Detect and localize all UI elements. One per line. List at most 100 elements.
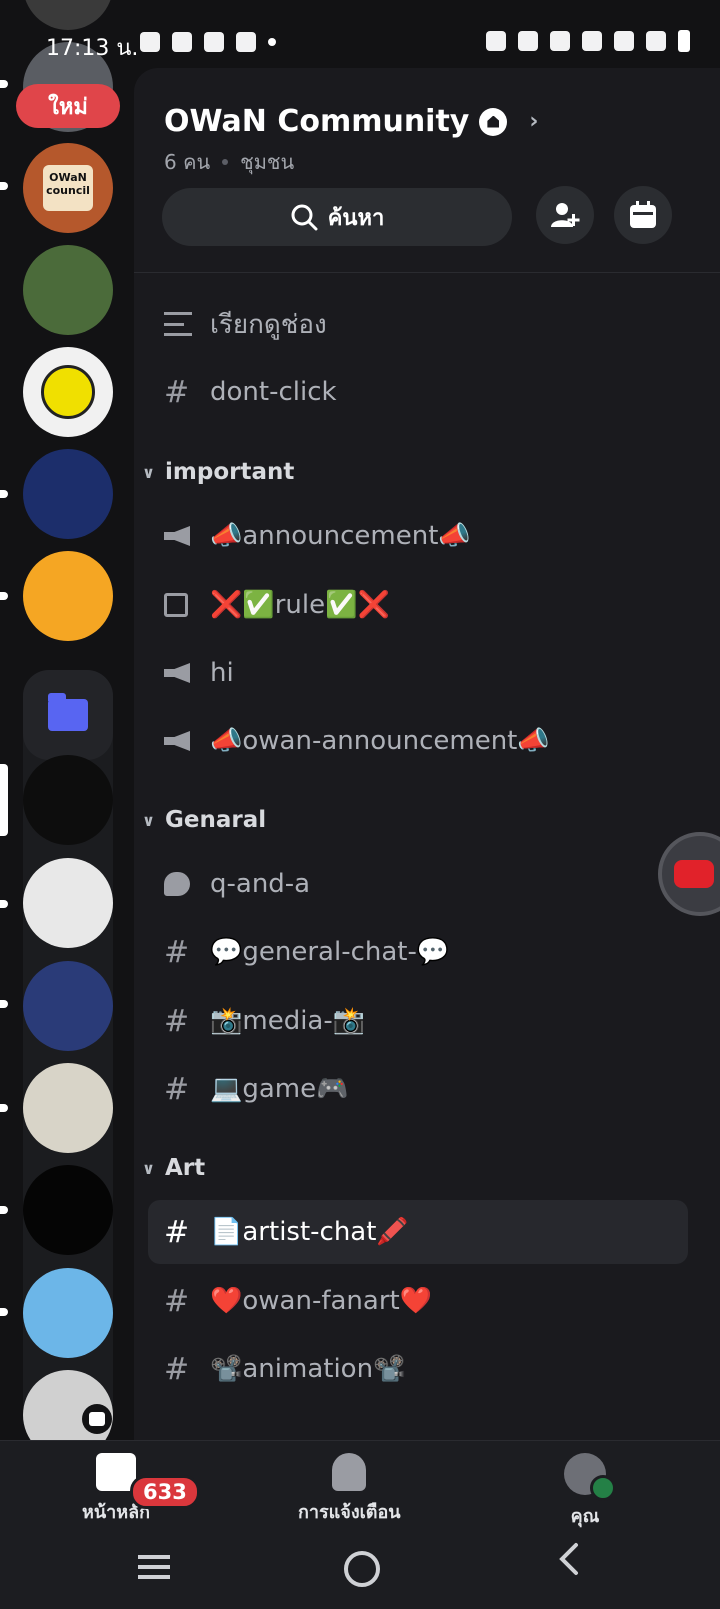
server-icon[interactable] xyxy=(23,1165,113,1255)
category-genaral[interactable]: ∨ Genaral xyxy=(142,800,266,840)
server-name: OWaN Community xyxy=(164,104,470,139)
server-icon[interactable] xyxy=(23,1063,113,1153)
server-icon-text: OWaN council xyxy=(43,165,93,211)
unread-pill xyxy=(0,1308,8,1316)
signal-icon xyxy=(646,31,666,51)
category-important[interactable]: ∨ important xyxy=(142,452,294,492)
alarm-icon xyxy=(486,31,506,51)
system-icons xyxy=(486,30,690,52)
server-type: ชุมชน xyxy=(240,150,295,174)
channel-label: dont-click xyxy=(210,377,337,407)
channel-row-q-and-a[interactable]: q-and-a xyxy=(148,852,688,916)
channel-row-media[interactable]: # 📸media-📸 xyxy=(148,989,688,1053)
channel-panel: OWaN Community › 6 คน ชุมชน ค้นหา เรียกด… xyxy=(134,68,720,1440)
events-button[interactable] xyxy=(614,186,672,244)
channel-label: ❌✅rule✅❌ xyxy=(210,590,390,620)
server-title[interactable]: OWaN Community › xyxy=(164,104,538,139)
unread-pill xyxy=(0,490,8,498)
messenger-icon xyxy=(140,32,160,52)
channel-label: q-and-a xyxy=(210,869,311,899)
hash-icon: # xyxy=(164,934,190,970)
channel-row-dont-click[interactable]: # dont-click xyxy=(148,360,688,424)
channel-label: 📣announcement📣 xyxy=(210,521,471,551)
signal-icon xyxy=(614,31,634,51)
hash-icon: # xyxy=(164,1214,190,1250)
browse-channels-icon xyxy=(148,312,210,336)
channel-label: 💻game🎮 xyxy=(210,1074,349,1104)
status-time: 17:13 น. xyxy=(46,36,139,61)
server-icon[interactable] xyxy=(23,1268,113,1358)
channel-label: 📄artist-chat🖍️ xyxy=(210,1217,409,1247)
hash-icon: # xyxy=(164,1003,190,1039)
chevron-down-icon: ∨ xyxy=(142,1158,155,1178)
nav-you[interactable]: คุณ xyxy=(564,1453,616,1530)
category-art[interactable]: ∨ Art xyxy=(142,1148,205,1188)
server-icon[interactable] xyxy=(23,347,113,437)
home-button[interactable] xyxy=(344,1551,380,1587)
unread-pill xyxy=(0,80,8,88)
server-meta: 6 คน ชุมชน xyxy=(164,146,294,178)
notification-icons xyxy=(140,32,276,52)
bell-icon xyxy=(332,1453,367,1491)
channel-row-game[interactable]: # 💻game🎮 xyxy=(148,1057,688,1121)
online-status-icon xyxy=(590,1475,616,1501)
hash-icon: # xyxy=(164,1283,190,1319)
server-icon-owan-council[interactable]: OWaN council xyxy=(23,143,113,233)
channel-label: 📣owan-announcement📣 xyxy=(210,726,550,756)
hash-icon: # xyxy=(164,1071,190,1107)
channel-row-owan-announcement[interactable]: 📣owan-announcement📣 xyxy=(148,709,688,773)
hash-icon: # xyxy=(164,1351,190,1387)
add-member-icon xyxy=(551,203,580,227)
channel-row-rule[interactable]: ❌✅rule✅❌ xyxy=(148,573,688,637)
search-button[interactable]: ค้นหา xyxy=(162,188,512,246)
status-bar: 17:13 น. xyxy=(0,0,720,80)
server-icon[interactable] xyxy=(23,755,113,845)
channel-row-general-chat[interactable]: # 💬general-chat-💬 xyxy=(148,920,688,984)
wifi-icon xyxy=(582,31,602,51)
channel-label: hi xyxy=(210,658,234,688)
channel-row-owan-fanart[interactable]: # ❤️owan-fanart❤️ xyxy=(148,1269,688,1333)
vibrate-icon xyxy=(518,31,538,51)
channel-row-animation[interactable]: # 📽️animation📽️ xyxy=(148,1337,688,1401)
channel-label: 📸media-📸 xyxy=(210,1006,366,1036)
server-icon[interactable] xyxy=(23,449,113,539)
recents-button[interactable] xyxy=(138,1555,170,1579)
youtube-icon xyxy=(674,860,714,888)
channel-row-announcement[interactable]: 📣announcement📣 xyxy=(148,504,688,568)
server-icon[interactable] xyxy=(23,858,113,948)
browse-channels-row[interactable]: เรียกดูช่อง xyxy=(148,292,688,356)
category-label: Art xyxy=(165,1155,206,1181)
chevron-right-icon: › xyxy=(529,109,539,134)
unread-count-badge: 633 xyxy=(130,1475,200,1509)
server-folder[interactable] xyxy=(23,670,113,760)
channel-row-artist-chat[interactable]: # 📄artist-chat🖍️ xyxy=(148,1200,688,1264)
server-icon[interactable] xyxy=(23,551,113,641)
unread-pill xyxy=(0,182,8,190)
unread-pill xyxy=(0,900,8,908)
nav-notifications[interactable]: การแจ้งเตือน xyxy=(298,1453,401,1526)
hash-icon: # xyxy=(164,374,190,410)
invite-members-button[interactable] xyxy=(536,186,594,244)
unread-pill xyxy=(0,1000,8,1008)
channel-label: 📽️animation📽️ xyxy=(210,1354,406,1384)
nav-you-label: คุณ xyxy=(570,1506,600,1527)
discord-icon xyxy=(236,32,256,52)
community-badge-icon xyxy=(479,107,508,136)
category-label: Genaral xyxy=(165,807,267,833)
megaphone-icon xyxy=(148,663,210,683)
back-button[interactable] xyxy=(556,1541,580,1586)
forum-icon xyxy=(148,872,210,896)
channel-row-hi[interactable]: hi xyxy=(148,641,688,705)
dnd-icon xyxy=(550,31,570,51)
channel-label: เรียกดูช่อง xyxy=(210,309,327,340)
category-label: important xyxy=(165,459,295,485)
folder-icon xyxy=(48,693,88,731)
battery-icon xyxy=(678,30,690,52)
unread-pill xyxy=(0,1206,8,1214)
bottom-nav: หน้าหลัก 633 การแจ้งเตือน คุณ xyxy=(0,1440,720,1609)
more-notifications-icon xyxy=(268,38,276,46)
new-badge[interactable]: ใหม่ xyxy=(16,84,120,128)
megaphone-icon xyxy=(148,526,210,546)
server-icon[interactable] xyxy=(23,961,113,1051)
server-icon[interactable] xyxy=(23,245,113,335)
